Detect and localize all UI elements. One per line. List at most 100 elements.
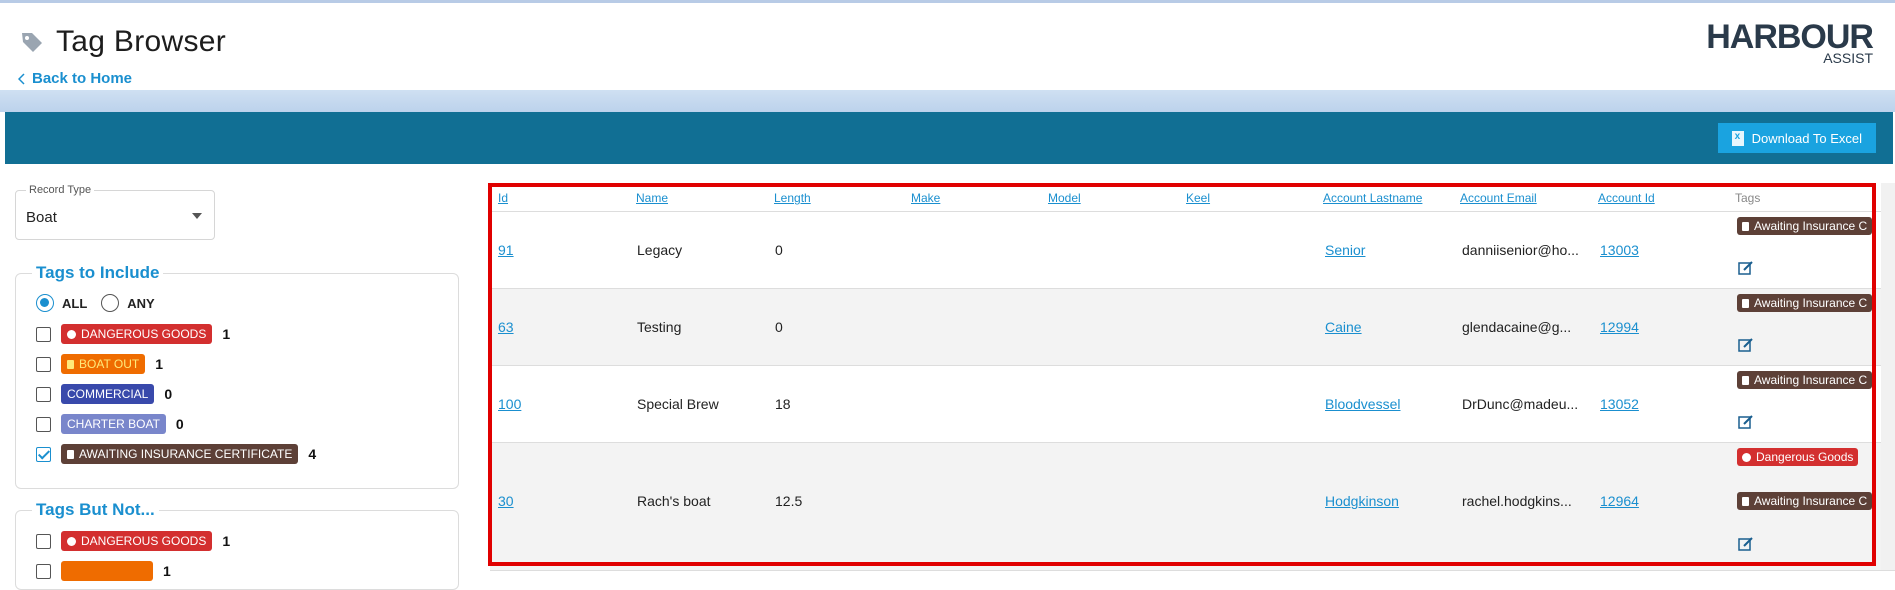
sign-out-icon [67,359,74,369]
include-tag-checkbox[interactable] [36,446,51,462]
column-header-account-id[interactable]: Account Id [1598,191,1655,205]
record-type-value: Boat [26,209,57,226]
include-tag-checkbox[interactable] [36,356,51,372]
row-account-lastname-link[interactable]: Caine [1325,319,1362,335]
tag-label: Awaiting Insurance C [1754,296,1868,310]
exclude-tag-row: 1 [36,561,171,581]
column-header-keel[interactable]: Keel [1186,191,1210,205]
document-icon [67,449,74,459]
chip-label: CHARTER BOAT [67,417,160,431]
column-header-account-email[interactable]: Account Email [1460,191,1537,205]
exclude-tag-row: DANGEROUS GOODS 1 [36,531,230,551]
edit-icon[interactable] [1738,260,1754,276]
tag-label: Awaiting Insurance C [1754,494,1868,508]
document-icon [1742,221,1749,231]
all-radio[interactable] [36,294,54,312]
page-title-wrap: Tag Browser [20,25,226,59]
awaiting-insurance-tag: Awaiting Insurance C [1737,371,1873,389]
include-tag-checkbox[interactable] [36,326,51,342]
column-header-account-lastname[interactable]: Account Lastname [1323,191,1422,205]
row-name: Rach's boat [637,493,711,509]
row-length: 0 [775,319,783,335]
row-account-email: rachel.hodgkins... [1462,493,1572,509]
harbour-assist-logo: HARBOUR ASSIST [1706,20,1874,65]
document-icon [1742,298,1749,308]
row-name: Testing [637,319,682,335]
document-icon [1742,375,1749,385]
charter-boat-chip: CHARTER BOAT [61,414,166,434]
bomb-icon [67,536,76,546]
row-account-email: DrDunc@madeu... [1462,396,1579,412]
row-account-email: glendacaine@g... [1462,319,1572,335]
row-account-id-link[interactable]: 13052 [1600,396,1639,412]
bomb-icon [67,329,76,339]
app-header: Tag Browser Back to Home HARBOUR ASSIST [0,0,1895,92]
back-to-home-link[interactable]: Back to Home [18,70,132,87]
include-tag-row: BOAT OUT 1 [36,354,163,374]
chip-label: DANGEROUS GOODS [81,534,207,548]
row-name: Special Brew [637,396,719,412]
row-length: 18 [775,396,791,412]
table-row: 100 Special Brew 18 Bloodvessel DrDunc@m… [490,366,1895,443]
chip-label: BOAT OUT [79,357,140,371]
include-tag-row: COMMERCIAL 0 [36,384,172,404]
back-to-home-label: Back to Home [32,70,133,87]
row-account-lastname-link[interactable]: Senior [1325,242,1365,258]
column-header-length[interactable]: Length [774,191,811,205]
table-row: 30 Rach's boat 12.5 Hodgkinson rachel.ho… [490,443,1895,571]
record-type-label: Record Type [26,184,95,196]
row-account-lastname-link[interactable]: Hodgkinson [1325,493,1399,509]
tag-count: 0 [164,386,173,402]
column-header-model[interactable]: Model [1048,191,1081,205]
column-header-make[interactable]: Make [911,191,940,205]
tag-label: Awaiting Insurance C [1754,373,1868,387]
page-title: Tag Browser [56,25,227,58]
dangerous-goods-chip: DANGEROUS GOODS [61,531,213,551]
row-account-email: danniisenior@ho... [1462,242,1579,258]
edit-icon[interactable] [1738,337,1754,353]
tags-but-not-panel: Tags But Not... DANGEROUS GOODS 1 1 [15,500,459,590]
table-row: 91 Legacy 0 Senior danniisenior@ho... 13… [490,212,1895,289]
results-table: Id Name Length Make Model Keel Account L… [490,183,1895,571]
column-header-id[interactable]: Id [498,191,508,205]
download-to-excel-label: Download To Excel [1751,130,1862,146]
tag-label: Awaiting Insurance C [1754,219,1868,233]
row-account-id-link[interactable]: 12964 [1600,493,1639,509]
include-tag-checkbox[interactable] [36,386,51,402]
toolbar: Download To Excel [5,112,1893,164]
dangerous-goods-tag: Dangerous Goods [1737,448,1859,466]
row-account-id-link[interactable]: 13003 [1600,242,1639,258]
row-account-id-link[interactable]: 12994 [1600,319,1639,335]
download-to-excel-button[interactable]: Download To Excel [1717,123,1876,153]
table-scrollbar[interactable] [1881,183,1895,570]
row-name: Legacy [637,242,683,258]
tag-label: Dangerous Goods [1756,450,1854,464]
boat-out-chip: BOAT OUT [61,354,146,374]
row-id-link[interactable]: 91 [498,242,514,258]
tag-count: 0 [175,416,184,432]
boat-out-chip [61,561,153,581]
include-tag-row: DANGEROUS GOODS 1 [36,324,230,344]
row-account-lastname-link[interactable]: Bloodvessel [1325,396,1401,412]
record-type-select[interactable]: Record Type Boat [15,184,215,240]
chevron-left-icon [18,72,25,85]
include-tag-checkbox[interactable] [36,416,51,432]
tag-icon [22,33,42,52]
edit-icon[interactable] [1738,536,1754,552]
chip-label: DANGEROUS GOODS [81,327,207,341]
match-mode-radios: ALL ANY [36,294,155,312]
column-header-tags: Tags [1735,191,1761,205]
excel-icon [1731,130,1744,146]
row-id-link[interactable]: 63 [498,319,514,335]
column-header-name[interactable]: Name [636,191,668,205]
awaiting-insurance-tag: Awaiting Insurance C [1737,217,1873,235]
tag-count: 4 [308,446,317,462]
any-radio[interactable] [101,294,120,312]
exclude-tag-checkbox[interactable] [36,563,51,579]
row-id-link[interactable]: 100 [498,396,521,412]
tag-count: 1 [222,326,231,342]
exclude-tag-checkbox[interactable] [36,533,51,549]
row-id-link[interactable]: 30 [498,493,514,509]
edit-icon[interactable] [1738,414,1754,430]
awaiting-insurance-chip: AWAITING INSURANCE CERTIFICATE [61,444,299,464]
